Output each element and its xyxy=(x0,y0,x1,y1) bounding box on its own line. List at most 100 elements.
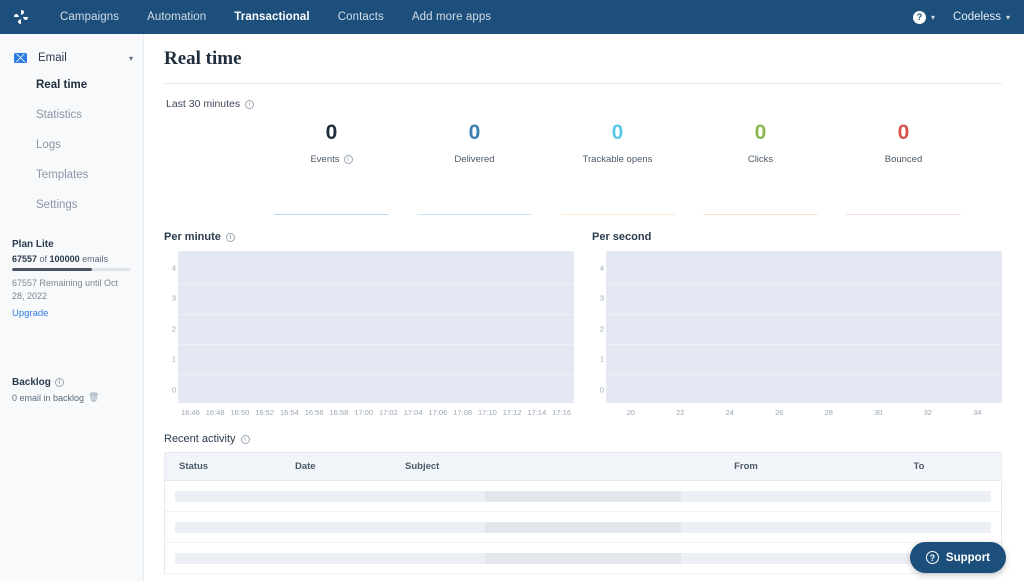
column-header-status[interactable]: Status xyxy=(165,461,295,472)
nav-item-transactional[interactable]: Transactional xyxy=(220,0,323,34)
backlog-value-label: 0 email in backlog xyxy=(12,393,84,403)
sidebar-item-statistics[interactable]: Statistics xyxy=(0,100,143,130)
top-navigation-bar: Campaigns Automation Transactional Conta… xyxy=(0,0,1024,34)
y-tick: 1 xyxy=(600,355,604,364)
time-range-label: Last 30 minutes i xyxy=(166,98,1002,110)
x-tick: 16:48 xyxy=(203,408,228,417)
x-tick: 16:52 xyxy=(252,408,277,417)
stat-value: 0 xyxy=(260,120,403,145)
stat-label-text: Delivered xyxy=(454,154,494,165)
sparkline-clicks xyxy=(689,195,832,215)
x-tick: 24 xyxy=(705,408,755,417)
info-icon[interactable]: i xyxy=(55,378,64,387)
help-menu[interactable]: ? ▾ xyxy=(913,11,935,24)
x-tick: 22 xyxy=(656,408,706,417)
nav-item-automation[interactable]: Automation xyxy=(133,0,220,34)
chart-title-text: Per second xyxy=(592,231,651,243)
nav-item-campaigns[interactable]: Campaigns xyxy=(46,0,133,34)
sidebar: Email ▾ Real time Statistics Logs Templa… xyxy=(0,34,144,581)
loading-placeholder xyxy=(175,491,991,502)
backlog-title-label: Backlog xyxy=(12,377,51,388)
stat-label: Clicks xyxy=(689,154,832,165)
backlog-title: Backlog i xyxy=(12,377,132,388)
sparkline-row xyxy=(164,195,1002,215)
stat-label-text: Events xyxy=(310,154,339,165)
stat-label: Bounced xyxy=(832,154,975,165)
stat-clicks: 0 Clicks xyxy=(689,120,832,165)
sparkline-bounced xyxy=(832,195,975,215)
recent-activity-label: Recent activity xyxy=(164,433,236,445)
x-tick: 17:04 xyxy=(401,408,426,417)
time-range-text: Last 30 minutes xyxy=(166,98,240,110)
table-row[interactable] xyxy=(165,543,1001,574)
sidebar-section-email[interactable]: Email ▾ xyxy=(0,46,143,70)
recent-activity-table: Status Date Subject From To xyxy=(164,452,1002,574)
table-row[interactable] xyxy=(165,481,1001,512)
plan-usage-total: 100000 xyxy=(50,254,80,264)
chevron-down-icon: ▾ xyxy=(1006,13,1010,22)
stat-trackable-opens: 0 Trackable opens xyxy=(546,120,689,165)
stat-label: Events i xyxy=(260,154,403,165)
title-divider xyxy=(164,83,1002,84)
sidebar-item-real-time[interactable]: Real time xyxy=(0,70,143,100)
sendinblue-logo[interactable] xyxy=(6,2,36,32)
y-tick: 3 xyxy=(600,294,604,303)
plot-area-per-minute xyxy=(178,251,574,403)
plan-usage-unit: emails xyxy=(80,254,109,264)
y-tick: 0 xyxy=(600,385,604,394)
account-menu[interactable]: Codeless ▾ xyxy=(953,11,1010,23)
stat-events: 0 Events i xyxy=(260,120,403,165)
plan-usage-used: 67557 xyxy=(12,254,37,264)
sidebar-item-templates[interactable]: Templates xyxy=(0,160,143,190)
x-tick: 16:58 xyxy=(327,408,352,417)
x-tick: 28 xyxy=(804,408,854,417)
recent-activity-header: Recent activity i xyxy=(164,433,1002,445)
column-header-date[interactable]: Date xyxy=(295,461,405,472)
stat-delivered: 0 Delivered xyxy=(403,120,546,165)
plan-progress-bar xyxy=(12,268,130,271)
chart-title: Per second xyxy=(592,231,1002,243)
chart-title-text: Per minute xyxy=(164,231,221,243)
trash-icon[interactable]: 🗑 xyxy=(88,392,99,403)
question-mark-icon: ? xyxy=(926,551,939,564)
column-header-subject[interactable]: Subject xyxy=(405,461,655,472)
info-icon[interactable]: i xyxy=(226,233,235,242)
stat-value: 0 xyxy=(403,120,546,145)
x-tick: 30 xyxy=(854,408,904,417)
backlog-value: 0 email in backlog 🗑 xyxy=(12,392,132,403)
nav-item-contacts[interactable]: Contacts xyxy=(324,0,398,34)
x-tick: 17:16 xyxy=(549,408,574,417)
y-axis-per-second: 4 3 2 1 0 xyxy=(592,251,606,403)
info-icon[interactable]: i xyxy=(245,100,254,109)
nav-right-group: ? ▾ Codeless ▾ xyxy=(913,11,1010,24)
info-icon[interactable]: i xyxy=(344,155,353,164)
x-tick: 17:14 xyxy=(525,408,550,417)
sidebar-item-settings[interactable]: Settings xyxy=(0,190,143,220)
support-button-label: Support xyxy=(946,552,990,564)
column-header-to[interactable]: To xyxy=(837,461,1001,472)
upgrade-link[interactable]: Upgrade xyxy=(12,308,132,319)
info-icon[interactable]: i xyxy=(241,435,250,444)
stat-label: Delivered xyxy=(403,154,546,165)
envelope-icon xyxy=(14,53,27,63)
loading-placeholder xyxy=(175,553,991,564)
x-tick: 16:50 xyxy=(228,408,253,417)
stat-value: 0 xyxy=(689,120,832,145)
table-row[interactable] xyxy=(165,512,1001,543)
primary-nav-items: Campaigns Automation Transactional Conta… xyxy=(46,0,505,34)
x-tick: 17:10 xyxy=(475,408,500,417)
sidebar-item-logs[interactable]: Logs xyxy=(0,130,143,160)
stat-value: 0 xyxy=(546,120,689,145)
stat-label-text: Trackable opens xyxy=(583,154,653,165)
plot-area-per-second xyxy=(606,251,1002,403)
y-tick: 3 xyxy=(172,294,176,303)
x-tick: 17:06 xyxy=(426,408,451,417)
plan-progress-fill xyxy=(12,268,92,271)
chevron-down-icon: ▾ xyxy=(931,13,935,22)
support-button[interactable]: ? Support xyxy=(910,542,1006,573)
x-tick: 32 xyxy=(903,408,953,417)
column-header-from[interactable]: From xyxy=(655,461,837,472)
chevron-down-icon: ▾ xyxy=(129,54,133,63)
nav-item-add-more-apps[interactable]: Add more apps xyxy=(398,0,505,34)
x-tick: 26 xyxy=(755,408,805,417)
